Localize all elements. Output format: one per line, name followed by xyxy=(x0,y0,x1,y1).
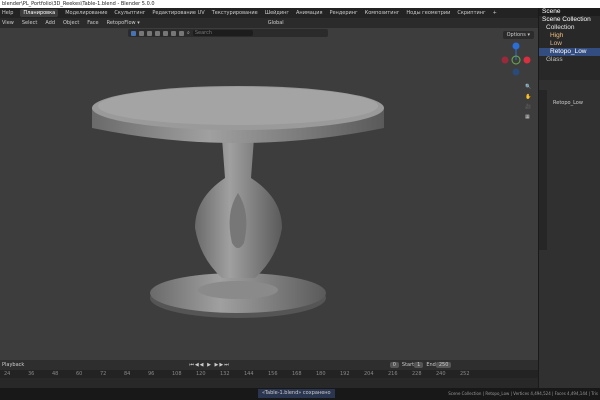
select-icon[interactable] xyxy=(131,30,136,36)
outliner-row[interactable]: Retopo_Low xyxy=(539,48,600,56)
search-input[interactable]: Search xyxy=(192,30,253,36)
tab-rendering[interactable]: Рендеринг xyxy=(329,10,357,16)
right-panel: Scene Scene Collection Collection High L… xyxy=(538,8,600,388)
object-name[interactable]: Retopo_Low xyxy=(553,100,583,106)
menu-retopoflow[interactable]: RetopoFlow ▾ xyxy=(107,20,140,26)
tab-scripting[interactable]: Скриптинг xyxy=(457,10,485,16)
tab-animation[interactable]: Анимация xyxy=(296,10,322,16)
timeline-tick-label: 132 xyxy=(220,371,230,377)
tool-header: ⌕ Search xyxy=(128,29,328,37)
tab-compositing[interactable]: Композитинг xyxy=(365,10,400,16)
scene-selector[interactable]: Scene xyxy=(539,8,600,16)
timeline-tick-label: 168 xyxy=(292,371,302,377)
add-workspace-button[interactable]: + xyxy=(493,10,497,16)
title-bar: blender\PL_Portfolio\3D_Reekes\Table-1.b… xyxy=(0,0,600,8)
search-icon: ⌕ xyxy=(187,30,190,36)
camera-icon[interactable]: 🎥 xyxy=(525,104,531,110)
timeline-ruler[interactable]: 24 36 48 60 72 84 96 108 120 132 144 156 168 180 192 20… xyxy=(0,370,538,378)
timeline: Playback ⏮◀◀ ▶ ▶▶⏭ 0 Start 1 End 250 24 3… xyxy=(0,360,538,388)
outliner-row[interactable]: Low xyxy=(539,40,600,48)
timeline-tick-label: 96 xyxy=(148,371,155,377)
orientation-dropdown[interactable]: Global xyxy=(268,20,284,26)
playback-controls[interactable]: ⏮◀◀ ▶ ▶▶⏭ xyxy=(189,362,229,368)
timeline-tick-label: 72 xyxy=(100,371,107,377)
tab-sculpting[interactable]: Скульптинг xyxy=(114,10,145,16)
start-label: Start xyxy=(401,362,415,368)
transform-icon[interactable] xyxy=(163,30,168,36)
tab-texture-paint[interactable]: Текстурирование xyxy=(212,10,258,16)
tab-modeling[interactable]: Моделирование xyxy=(65,10,107,16)
tab-geometry-nodes[interactable]: Ноды геометрии xyxy=(406,10,450,16)
menu-add[interactable]: Add xyxy=(45,20,55,26)
measure-icon[interactable] xyxy=(179,30,184,36)
zoom-icon[interactable]: 🔍 xyxy=(525,84,531,90)
timeline-tick-label: 108 xyxy=(172,371,182,377)
timeline-tick-label: 144 xyxy=(244,371,254,377)
timeline-tick-label: 48 xyxy=(52,371,59,377)
scale-icon[interactable] xyxy=(155,30,160,36)
outliner-row[interactable]: Glass xyxy=(539,56,600,64)
move-icon[interactable] xyxy=(139,30,144,36)
timeline-header: Playback ⏮◀◀ ▶ ▶▶⏭ 0 Start 1 End 250 xyxy=(0,360,538,370)
timeline-tick-label: 180 xyxy=(316,371,326,377)
timeline-tick-label: 240 xyxy=(436,371,446,377)
outliner-row[interactable]: Collection xyxy=(539,24,600,32)
start-frame-field[interactable]: 1 xyxy=(414,362,424,368)
scene-stats: Scene Collection | Retopo_Low | Vertices… xyxy=(448,391,598,396)
rotate-icon[interactable] xyxy=(147,30,152,36)
timeline-tick-label: 228 xyxy=(412,371,422,377)
3d-viewport[interactable]: Options ▾ 🔍 ✋ 🎥 ▦ xyxy=(0,28,538,360)
viewport-header: View Select Add Object Face RetopoFlow ▾… xyxy=(0,18,538,28)
timeline-tick-label: 60 xyxy=(76,371,83,377)
timeline-tick-label: 24 xyxy=(4,371,11,377)
timeline-tick-label: 252 xyxy=(460,371,470,377)
tab-uv-editing[interactable]: Редактирование UV xyxy=(152,10,204,16)
status-bar: «Table-1.blend» сохранено Scene Collecti… xyxy=(0,388,600,400)
annotate-icon[interactable] xyxy=(171,30,176,36)
timeline-tick-label: 216 xyxy=(388,371,398,377)
end-frame-field[interactable]: 250 xyxy=(435,362,452,368)
timeline-tick-label: 192 xyxy=(340,371,350,377)
menu-help[interactable]: Help xyxy=(2,10,13,16)
outliner: Scene Scene Collection Collection High L… xyxy=(539,8,600,80)
menu-select[interactable]: Select xyxy=(22,20,37,26)
outliner-row[interactable]: High xyxy=(539,32,600,40)
menu-view[interactable]: View xyxy=(2,20,14,26)
save-message: «Table-1.blend» сохранено xyxy=(258,389,335,398)
navigation-gizmo[interactable] xyxy=(496,40,536,80)
workspace-tabs: Help Планировка Моделирование Скульптинг… xyxy=(0,8,538,18)
current-frame-field[interactable]: 0 xyxy=(389,362,399,368)
tab-layout[interactable]: Планировка xyxy=(20,9,59,17)
end-label: End xyxy=(426,362,436,368)
grid-icon[interactable]: ▦ xyxy=(525,114,531,120)
pan-hand-icon[interactable]: ✋ xyxy=(525,94,531,100)
properties-editor: Retopo_Low xyxy=(539,82,600,388)
options-dropdown[interactable]: Options ▾ xyxy=(502,31,534,39)
timeline-tick-label: 156 xyxy=(268,371,278,377)
properties-tabs[interactable] xyxy=(539,90,547,250)
timeline-tick-label: 36 xyxy=(28,371,35,377)
table-model xyxy=(92,86,384,318)
outliner-row[interactable]: Scene Collection xyxy=(539,16,600,24)
tab-shading[interactable]: Шейдинг xyxy=(265,10,289,16)
menu-object[interactable]: Object xyxy=(63,20,79,26)
playback-dropdown[interactable]: Playback xyxy=(2,362,24,368)
timeline-tick-label: 204 xyxy=(364,371,374,377)
timeline-tick-label: 120 xyxy=(196,371,206,377)
menu-face[interactable]: Face xyxy=(87,20,98,26)
timeline-tick-label: 84 xyxy=(124,371,131,377)
